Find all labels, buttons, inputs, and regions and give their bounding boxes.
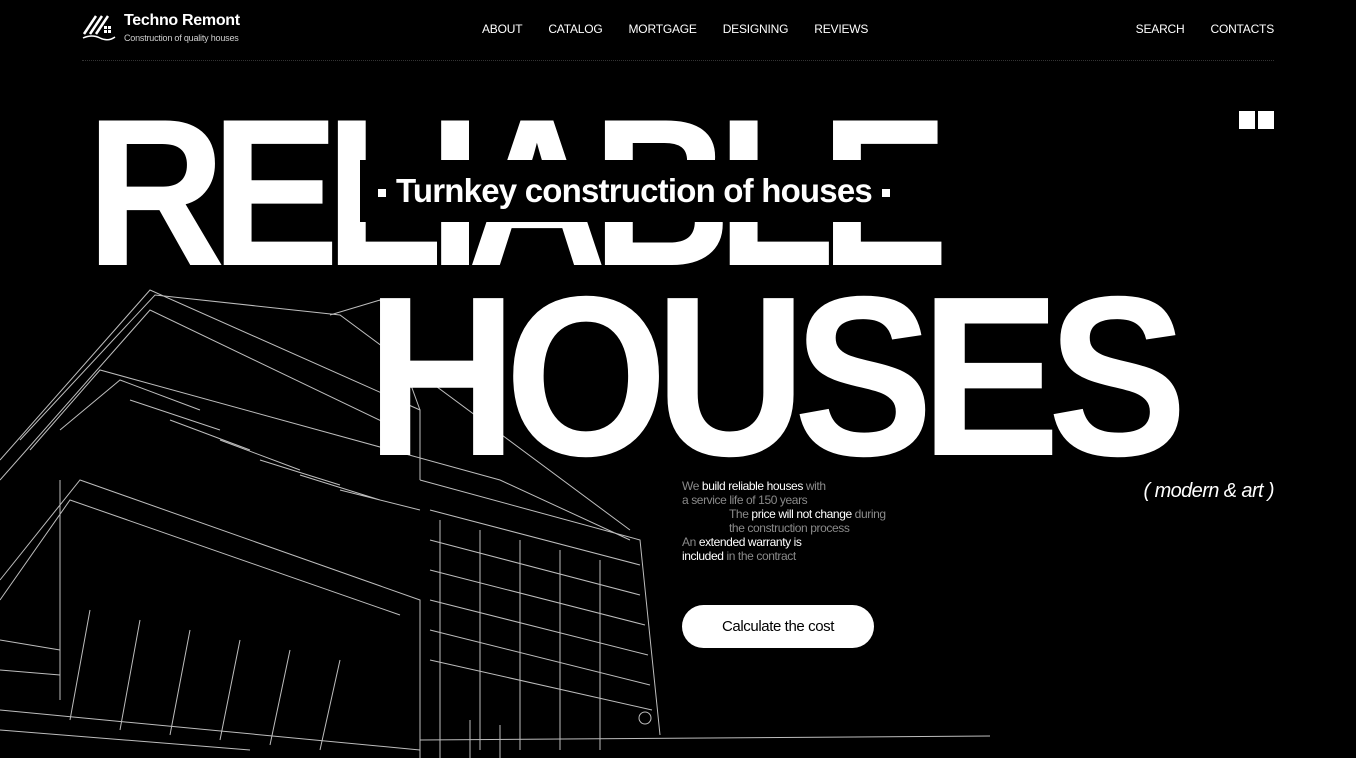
main-nav: ABOUT CATALOG MORTGAGE DESIGNING REVIEWS (482, 22, 868, 36)
headline-bottom: HOUSES (366, 250, 1187, 504)
nav-about[interactable]: ABOUT (482, 22, 523, 36)
features-list: We build reliable houses with a service … (682, 479, 886, 563)
nav-reviews[interactable]: REVIEWS (814, 22, 868, 36)
grid-icon[interactable] (1239, 111, 1274, 129)
bullet-square-icon (378, 189, 386, 198)
contacts-link[interactable]: CONTACTS (1210, 22, 1274, 36)
nav-mortgage[interactable]: MORTGAGE (629, 22, 697, 36)
utility-nav: SEARCH CONTACTS (1136, 22, 1275, 36)
nav-designing[interactable]: DESIGNING (723, 22, 789, 36)
brand-name: Techno Remont (124, 12, 240, 29)
style-note: ( modern & art ) (1143, 480, 1275, 502)
calculate-cost-button[interactable]: Calculate the cost (682, 605, 874, 648)
feature-warranty: An extended warranty is included in the … (682, 535, 802, 563)
bullet-square-icon (881, 189, 890, 198)
nav-catalog[interactable]: CATALOG (548, 22, 602, 36)
hero-subtitle: Turnkey construction of houses (368, 172, 900, 210)
feature-fixed-price: The price will not change during the con… (729, 507, 886, 535)
brand-logo[interactable]: Techno Remont Construction of quality ho… (82, 12, 240, 43)
search-link[interactable]: SEARCH (1136, 22, 1185, 36)
house-logo-icon (82, 15, 116, 41)
brand-tagline: Construction of quality houses (124, 33, 239, 43)
header-divider (82, 60, 1274, 61)
hero-subtitle-text: Turnkey construction of houses (396, 172, 873, 209)
feature-lifespan: We build reliable houses with a service … (682, 479, 826, 507)
